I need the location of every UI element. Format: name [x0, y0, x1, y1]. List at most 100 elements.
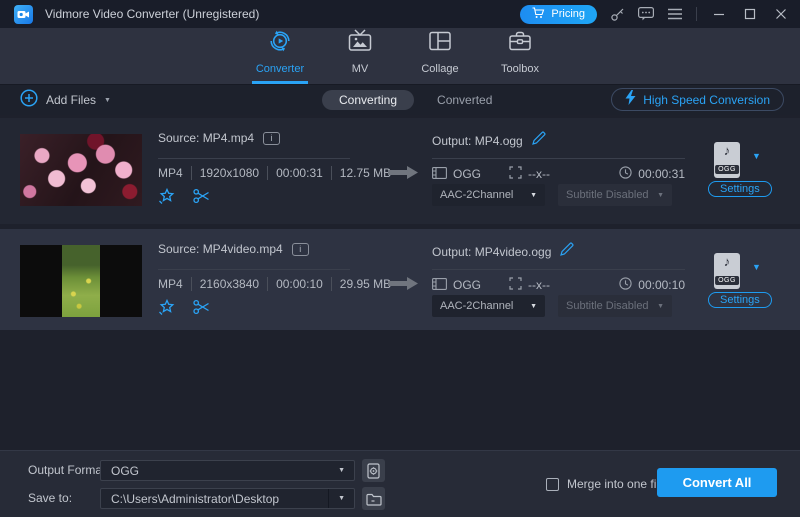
- dropdown-caret-icon: ▼: [530, 303, 537, 310]
- file-row[interactable]: Source: MP4.mp4 i MP4 1920x1080 00:00:31…: [0, 118, 800, 224]
- audio-track-value: AAC-2Channel: [440, 300, 513, 312]
- source-filename: Source: MP4.mp4: [158, 131, 254, 145]
- save-to-dropdown[interactable]: C:\Users\Administrator\Desktop ▼: [100, 488, 355, 509]
- edit-effects-icon[interactable]: [158, 188, 175, 210]
- subtitle-select[interactable]: Subtitle Disabled ▼: [558, 295, 672, 317]
- output-metadata: OGG --x-- 00:00:31: [432, 166, 685, 182]
- subtitle-select[interactable]: Subtitle Disabled ▼: [558, 184, 672, 206]
- dropdown-caret-icon: ▼: [657, 192, 664, 199]
- app-window: Vidmore Video Converter (Unregistered) P…: [0, 0, 800, 517]
- source-metadata: MP4 1920x1080 00:00:31 12.75 MB: [158, 166, 399, 180]
- video-thumbnail[interactable]: [20, 245, 142, 317]
- output-format-doc-icon[interactable]: ♪ OGG: [714, 142, 740, 178]
- tab-toolbox[interactable]: Toolbox: [480, 28, 560, 84]
- feedback-chat-icon[interactable]: [638, 7, 654, 21]
- close-button[interactable]: [772, 8, 790, 20]
- divider: [432, 158, 685, 159]
- clock-icon: [619, 166, 632, 182]
- pricing-button[interactable]: Pricing: [520, 5, 597, 24]
- tab-converting[interactable]: Converting: [322, 90, 414, 110]
- tab-mv[interactable]: MV: [320, 28, 400, 84]
- rename-pencil-icon[interactable]: [532, 131, 546, 150]
- output-duration-text: 00:00:31: [638, 167, 685, 181]
- titlebar-divider: [696, 7, 697, 21]
- source-resolution: 2160x3840: [192, 277, 268, 291]
- format-settings-button[interactable]: [362, 459, 385, 482]
- convert-state-tabs: Converting Converted: [322, 85, 500, 115]
- source-metadata: MP4 2160x3840 00:00:10 29.95 MB: [158, 277, 399, 291]
- app-logo-icon: [14, 5, 33, 24]
- tab-toolbox-label: Toolbox: [501, 63, 539, 75]
- format-badge: OGG: [715, 276, 739, 285]
- high-speed-conversion-button[interactable]: High Speed Conversion: [611, 88, 784, 111]
- minimize-button[interactable]: [710, 8, 728, 20]
- output-filename: Output: MP4video.ogg: [432, 245, 551, 259]
- format-caret-icon[interactable]: ▼: [752, 262, 761, 272]
- output-format-doc-icon[interactable]: ♪ OGG: [714, 253, 740, 289]
- audio-track-value: AAC-2Channel: [440, 189, 513, 201]
- file-row[interactable]: Source: MP4video.mp4 i MP4 2160x3840 00:…: [0, 229, 800, 330]
- video-thumbnail[interactable]: [20, 134, 142, 206]
- list-toolbar: Add Files ▼ Converting Converted High Sp…: [0, 85, 800, 115]
- subtitle-value: Subtitle Disabled: [566, 189, 649, 201]
- source-duration: 00:00:10: [268, 277, 332, 291]
- resolution-icon: [509, 277, 522, 293]
- flow-arrow-icon: [388, 165, 418, 185]
- format-caret-icon[interactable]: ▼: [752, 151, 761, 161]
- register-key-icon[interactable]: [610, 7, 625, 22]
- window-title: Vidmore Video Converter (Unregistered): [45, 7, 259, 21]
- open-folder-button[interactable]: [362, 487, 385, 510]
- output-format-label: Output Format:: [28, 463, 109, 477]
- tab-converted[interactable]: Converted: [429, 90, 500, 110]
- merge-checkbox[interactable]: [546, 478, 559, 491]
- bottom-bar: Output Format: OGG ▼ Save to: C:\Users\A…: [0, 450, 800, 517]
- source-format: MP4: [158, 277, 192, 291]
- source-filename: Source: MP4video.mp4: [158, 242, 283, 256]
- rename-pencil-icon[interactable]: [560, 242, 574, 261]
- film-icon: [432, 167, 447, 182]
- output-dims-text: --x--: [528, 167, 550, 181]
- dropdown-caret-icon: ▼: [657, 303, 664, 310]
- dropdown-caret-icon: ▼: [329, 467, 354, 474]
- converter-icon: [267, 28, 293, 59]
- tab-collage-label: Collage: [421, 63, 458, 75]
- settings-button[interactable]: Settings: [708, 181, 772, 197]
- maximize-button[interactable]: [741, 8, 759, 20]
- settings-button[interactable]: Settings: [708, 292, 772, 308]
- info-icon[interactable]: i: [292, 243, 309, 256]
- toolbox-icon: [507, 28, 533, 59]
- menu-icon[interactable]: [667, 8, 683, 20]
- dropdown-caret-icon: ▼: [530, 192, 537, 199]
- output-filename: Output: MP4.ogg: [432, 134, 523, 148]
- edit-effects-icon[interactable]: [158, 299, 175, 321]
- add-files-caret-icon[interactable]: ▼: [104, 97, 111, 104]
- music-note-icon: ♪: [714, 142, 740, 160]
- tab-converter[interactable]: Converter: [240, 28, 320, 84]
- output-format-text: OGG: [453, 167, 481, 181]
- convert-all-button[interactable]: Convert All: [657, 468, 777, 497]
- output-format-dropdown[interactable]: OGG ▼: [100, 460, 355, 481]
- cut-scissors-icon[interactable]: [193, 188, 210, 210]
- resolution-icon: [509, 166, 522, 182]
- titlebar: Vidmore Video Converter (Unregistered) P…: [0, 0, 800, 28]
- add-plus-icon: [20, 89, 38, 112]
- output-format-value: OGG: [101, 464, 139, 478]
- divider: [158, 269, 350, 270]
- format-badge: OGG: [715, 165, 739, 174]
- cut-scissors-icon[interactable]: [193, 299, 210, 321]
- audio-track-select[interactable]: AAC-2Channel ▼: [432, 184, 545, 206]
- output-duration-text: 00:00:10: [638, 278, 685, 292]
- film-icon: [432, 278, 447, 293]
- source-resolution: 1920x1080: [192, 166, 268, 180]
- tab-mv-label: MV: [352, 63, 369, 75]
- tab-collage[interactable]: Collage: [400, 28, 480, 84]
- info-icon[interactable]: i: [263, 132, 280, 145]
- audio-track-select[interactable]: AAC-2Channel ▼: [432, 295, 545, 317]
- tab-converter-label: Converter: [256, 63, 304, 75]
- save-to-label: Save to:: [28, 491, 72, 505]
- divider: [158, 158, 350, 159]
- add-files-button[interactable]: Add Files ▼: [20, 89, 111, 112]
- merge-option: Merge into one file: [546, 477, 666, 491]
- music-note-icon: ♪: [714, 253, 740, 271]
- output-metadata: OGG --x-- 00:00:10: [432, 277, 685, 293]
